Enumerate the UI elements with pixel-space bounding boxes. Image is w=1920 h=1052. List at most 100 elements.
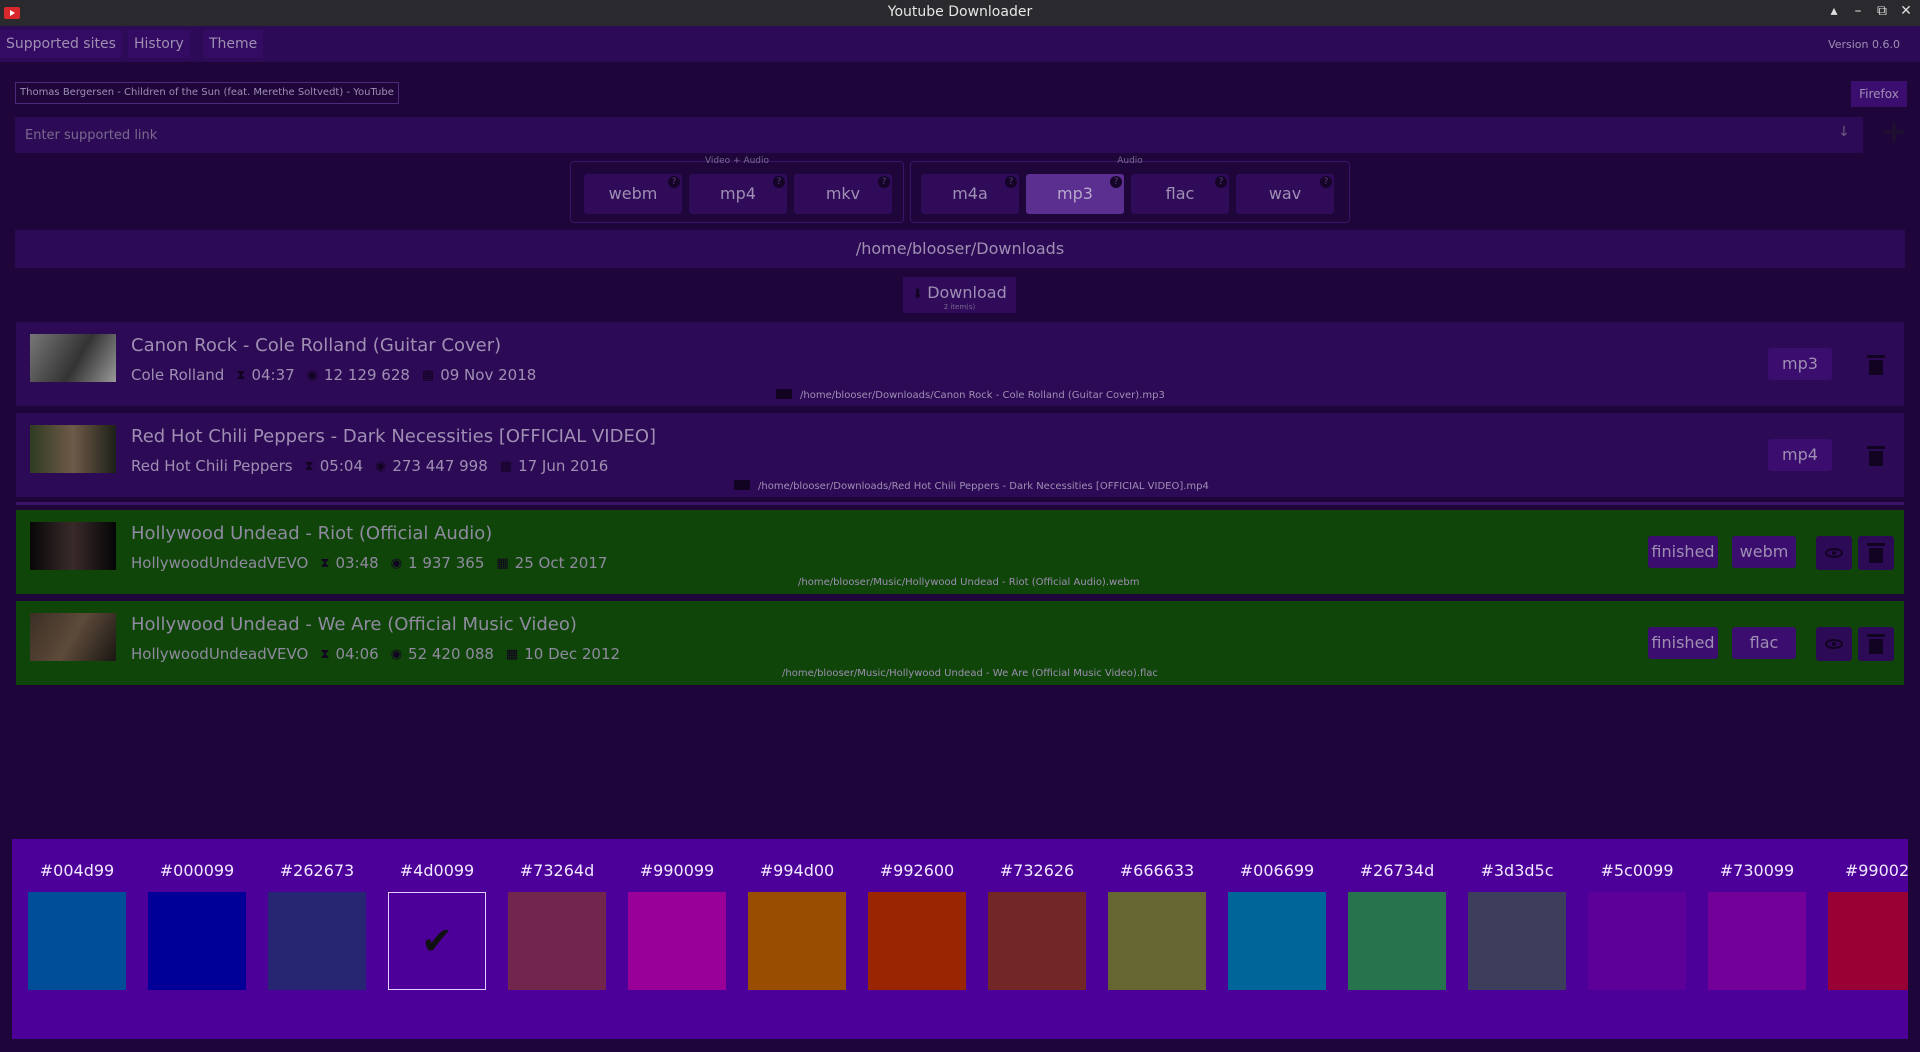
item-format[interactable]: mp4 <box>1768 439 1832 471</box>
theme-swatch[interactable]: #5c0099 <box>1588 861 1686 990</box>
swatch-color[interactable]: ✔ <box>388 892 486 990</box>
swatch-color[interactable] <box>148 892 246 990</box>
theme-swatch[interactable]: #26734d <box>1348 861 1446 990</box>
swatch-label: #004d99 <box>39 861 115 880</box>
swatch-color[interactable] <box>1468 892 1566 990</box>
swatch-color[interactable] <box>1708 892 1806 990</box>
swatch-label: #262673 <box>279 861 355 880</box>
menu-theme[interactable]: Theme <box>203 30 264 58</box>
download-item: Red Hot Chili Peppers - Dark Necessities… <box>16 413 1904 497</box>
video-thumbnail <box>30 613 116 661</box>
theme-swatch[interactable]: #994d00 <box>748 861 846 990</box>
format-flac[interactable]: flac? <box>1131 174 1229 214</box>
chevron-down-icon[interactable]: ↓ <box>1838 124 1850 140</box>
theme-swatch[interactable]: #992600 <box>868 861 966 990</box>
format-mp3[interactable]: mp3? <box>1026 174 1124 214</box>
format-label: flac <box>1165 184 1195 203</box>
item-path[interactable]: /home/blooser/Music/Hollywood Undead - R… <box>798 577 1139 588</box>
theme-swatch[interactable]: #4d0099 ✔ <box>388 861 486 990</box>
minimize-icon[interactable]: – <box>1850 3 1866 19</box>
help-icon[interactable]: ? <box>1005 176 1017 188</box>
calendar-icon: ▦ <box>496 555 509 571</box>
help-icon[interactable]: ? <box>1320 176 1332 188</box>
item-views: 273 447 998 <box>392 457 488 475</box>
help-icon[interactable]: ? <box>773 176 785 188</box>
theme-swatch[interactable]: #000099 <box>148 861 246 990</box>
theme-swatch[interactable]: #666633 <box>1108 861 1206 990</box>
item-path[interactable]: /home/blooser/Downloads/Canon Rock - Col… <box>776 389 1165 401</box>
list-separator <box>16 502 1904 505</box>
swatch-color[interactable] <box>268 892 366 990</box>
theme-swatch[interactable]: #262673 <box>268 861 366 990</box>
window-title: Youtube Downloader <box>887 4 1033 20</box>
format-m4a[interactable]: m4a? <box>921 174 1019 214</box>
swatch-color[interactable] <box>1828 892 1908 990</box>
swatch-color[interactable] <box>508 892 606 990</box>
download-item: Canon Rock - Cole Rolland (Guitar Cover)… <box>16 322 1904 406</box>
cookie-file-label[interactable]: Thomas Bergersen - Children of the Sun (… <box>15 82 399 104</box>
theme-swatch[interactable]: #990099 <box>628 861 726 990</box>
theme-swatch[interactable]: #732626 <box>988 861 1086 990</box>
help-icon[interactable]: ? <box>1110 176 1122 188</box>
download-text: Download <box>927 283 1007 302</box>
delete-button[interactable] <box>1858 439 1894 473</box>
theme-swatch[interactable]: #73264d <box>508 861 606 990</box>
add-link-button[interactable]: + <box>1876 116 1912 152</box>
trash-icon <box>1867 355 1885 375</box>
item-format[interactable]: flac <box>1732 627 1796 659</box>
item-path[interactable]: /home/blooser/Downloads/Red Hot Chili Pe… <box>734 480 1209 492</box>
item-format[interactable]: webm <box>1732 536 1796 568</box>
download-directory[interactable]: /home/blooser/Downloads <box>15 230 1905 268</box>
video-thumbnail <box>30 522 116 570</box>
swatch-color[interactable] <box>28 892 126 990</box>
item-author: HollywoodUndeadVEVO <box>131 645 309 663</box>
item-author: Red Hot Chili Peppers <box>131 457 293 475</box>
theme-swatch[interactable]: #730099 <box>1708 861 1806 990</box>
folder-icon <box>776 389 792 399</box>
delete-button[interactable] <box>1858 348 1894 382</box>
theme-swatch[interactable]: #004d99 <box>28 861 126 990</box>
preview-button[interactable] <box>1816 536 1852 570</box>
menu-history[interactable]: History <box>128 30 190 58</box>
eye-icon: ◉ <box>390 646 403 662</box>
format-webm[interactable]: webm? <box>584 174 682 214</box>
help-icon[interactable]: ? <box>668 176 680 188</box>
theme-swatch[interactable]: #3d3d5c <box>1468 861 1566 990</box>
link-input[interactable] <box>15 117 1863 153</box>
item-title: Red Hot Chili Peppers - Dark Necessities… <box>131 426 657 447</box>
swatch-color[interactable] <box>868 892 966 990</box>
menu-supported-sites[interactable]: Supported sites <box>0 30 122 58</box>
swatch-color[interactable] <box>1228 892 1326 990</box>
download-button[interactable]: ⬇ Download 2 item(s) <box>903 277 1016 313</box>
format-label: m4a <box>952 184 988 203</box>
item-path[interactable]: /home/blooser/Music/Hollywood Undead - W… <box>782 668 1158 679</box>
status-badge: finished <box>1648 536 1718 568</box>
swatch-label: #992600 <box>879 861 955 880</box>
item-meta: Cole Rolland ⧗ 04:37 ◉ 12 129 628 ▦ 09 Nov … <box>131 366 536 384</box>
browser-button[interactable]: Firefox <box>1851 81 1907 107</box>
maximize-icon[interactable]: ⧉ <box>1874 3 1890 19</box>
theme-swatch[interactable]: #006699 <box>1228 861 1326 990</box>
format-wav[interactable]: wav? <box>1236 174 1334 214</box>
swatch-color[interactable] <box>1108 892 1206 990</box>
video-audio-group: Video + Audio webm? mp4? mkv? <box>570 156 904 223</box>
swatch-color[interactable] <box>988 892 1086 990</box>
preview-button[interactable] <box>1816 627 1852 661</box>
item-date: 25 Oct 2017 <box>514 554 608 572</box>
swatch-color[interactable] <box>628 892 726 990</box>
help-icon[interactable]: ? <box>878 176 890 188</box>
close-icon[interactable]: ✕ <box>1898 3 1914 19</box>
format-mp4[interactable]: mp4? <box>689 174 787 214</box>
delete-button[interactable] <box>1858 536 1894 570</box>
menu-bar: Supported sites History Theme Version 0.… <box>0 26 1920 62</box>
theme-swatch[interactable]: #99002 <box>1828 861 1908 990</box>
help-icon[interactable]: ? <box>1215 176 1227 188</box>
swatch-color[interactable] <box>1348 892 1446 990</box>
shade-up-icon[interactable]: ▴ <box>1826 3 1842 19</box>
delete-button[interactable] <box>1858 627 1894 661</box>
swatch-color[interactable] <box>748 892 846 990</box>
format-mkv[interactable]: mkv? <box>794 174 892 214</box>
download-icon: ⬇ <box>912 287 924 302</box>
item-format[interactable]: mp3 <box>1768 348 1832 380</box>
swatch-color[interactable] <box>1588 892 1686 990</box>
